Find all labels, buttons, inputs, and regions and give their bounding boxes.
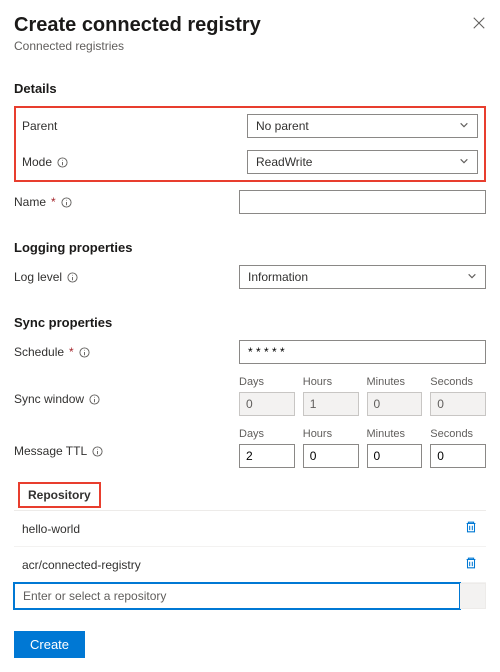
repository-section: Repository hello-world acr/connected-reg…: [14, 482, 486, 609]
details-heading: Details: [14, 81, 486, 96]
loglevel-select[interactable]: Information: [239, 265, 486, 289]
loglevel-label: Log level: [14, 270, 62, 284]
loglevel-row: Log level Information: [14, 265, 486, 289]
mode-label: Mode: [22, 155, 52, 169]
info-icon[interactable]: [57, 157, 68, 168]
minutes-header: Minutes: [367, 428, 423, 440]
info-icon[interactable]: [92, 446, 103, 457]
mode-value: ReadWrite: [256, 155, 312, 169]
messagettl-minutes-input[interactable]: [367, 444, 423, 468]
trash-icon: [464, 556, 478, 573]
name-input[interactable]: [239, 190, 486, 214]
parent-select[interactable]: No parent: [247, 114, 478, 138]
hours-header: Hours: [303, 428, 359, 440]
chevron-down-icon: [459, 119, 469, 133]
create-button[interactable]: Create: [14, 631, 85, 658]
repository-name: hello-world: [22, 522, 80, 536]
logging-heading: Logging properties: [14, 240, 486, 255]
info-icon[interactable]: [67, 272, 78, 283]
loglevel-value: Information: [248, 270, 308, 284]
syncwindow-row: Sync window Days Hours Minutes Seconds: [14, 376, 486, 416]
name-label: Name: [14, 195, 46, 209]
repository-input[interactable]: [14, 583, 460, 609]
chevron-down-icon: [467, 270, 477, 284]
syncwindow-inputs: [239, 392, 486, 416]
syncwindow-minutes-input: [367, 392, 423, 416]
required-marker: *: [69, 345, 74, 359]
sync-heading: Sync properties: [14, 315, 486, 330]
messagettl-label: Message TTL: [14, 444, 87, 458]
syncwindow-hours-input: [303, 392, 359, 416]
seconds-header: Seconds: [430, 376, 486, 388]
mode-select[interactable]: ReadWrite: [247, 150, 478, 174]
hours-header: Hours: [303, 376, 359, 388]
footer: Create: [14, 631, 486, 658]
panel-header: Create connected registry Connected regi…: [14, 14, 486, 53]
panel-subtitle: Connected registries: [14, 39, 486, 53]
highlighted-fields: Parent No parent Mode ReadWr: [14, 106, 486, 182]
days-header: Days: [239, 428, 295, 440]
seconds-header: Seconds: [430, 428, 486, 440]
schedule-input[interactable]: [239, 340, 486, 364]
delete-repository-button[interactable]: [460, 554, 482, 575]
syncwindow-days-input: [239, 392, 295, 416]
delete-repository-button[interactable]: [460, 518, 482, 539]
schedule-label: Schedule: [14, 345, 64, 359]
repository-add-slot: [460, 583, 486, 609]
messagettl-row: Message TTL Days Hours Minutes Seconds: [14, 428, 486, 468]
days-header: Days: [239, 376, 295, 388]
info-icon[interactable]: [89, 394, 100, 405]
syncwindow-seconds-input: [430, 392, 486, 416]
messagettl-headers: Days Hours Minutes Seconds: [239, 428, 486, 440]
repository-name: acr/connected-registry: [22, 558, 141, 572]
parent-row: Parent No parent: [22, 114, 478, 138]
messagettl-hours-input[interactable]: [303, 444, 359, 468]
details-section: Details Parent No parent Mode: [14, 81, 486, 214]
logging-section: Logging properties Log level Information: [14, 240, 486, 289]
repository-row: hello-world: [14, 511, 486, 547]
chevron-down-icon: [459, 155, 469, 169]
info-icon[interactable]: [79, 347, 90, 358]
syncwindow-label: Sync window: [14, 392, 84, 406]
parent-value: No parent: [256, 119, 309, 133]
name-row: Name *: [14, 190, 486, 214]
schedule-row: Schedule *: [14, 340, 486, 364]
minutes-header: Minutes: [367, 376, 423, 388]
mode-row: Mode ReadWrite: [22, 150, 478, 174]
syncwindow-headers: Days Hours Minutes Seconds: [239, 376, 486, 388]
required-marker: *: [51, 195, 56, 209]
repository-row: acr/connected-registry: [14, 547, 486, 583]
close-button[interactable]: [472, 16, 486, 33]
messagettl-days-input[interactable]: [239, 444, 295, 468]
messagettl-seconds-input[interactable]: [430, 444, 486, 468]
panel-title: Create connected registry: [14, 14, 486, 37]
messagettl-inputs: [239, 444, 486, 468]
sync-section: Sync properties Schedule * Sync window D…: [14, 315, 486, 468]
repository-tab[interactable]: Repository: [18, 482, 101, 508]
info-icon[interactable]: [61, 197, 72, 208]
repository-input-row: [14, 583, 486, 609]
trash-icon: [464, 520, 478, 537]
parent-label: Parent: [22, 119, 57, 133]
close-icon: [472, 19, 486, 33]
